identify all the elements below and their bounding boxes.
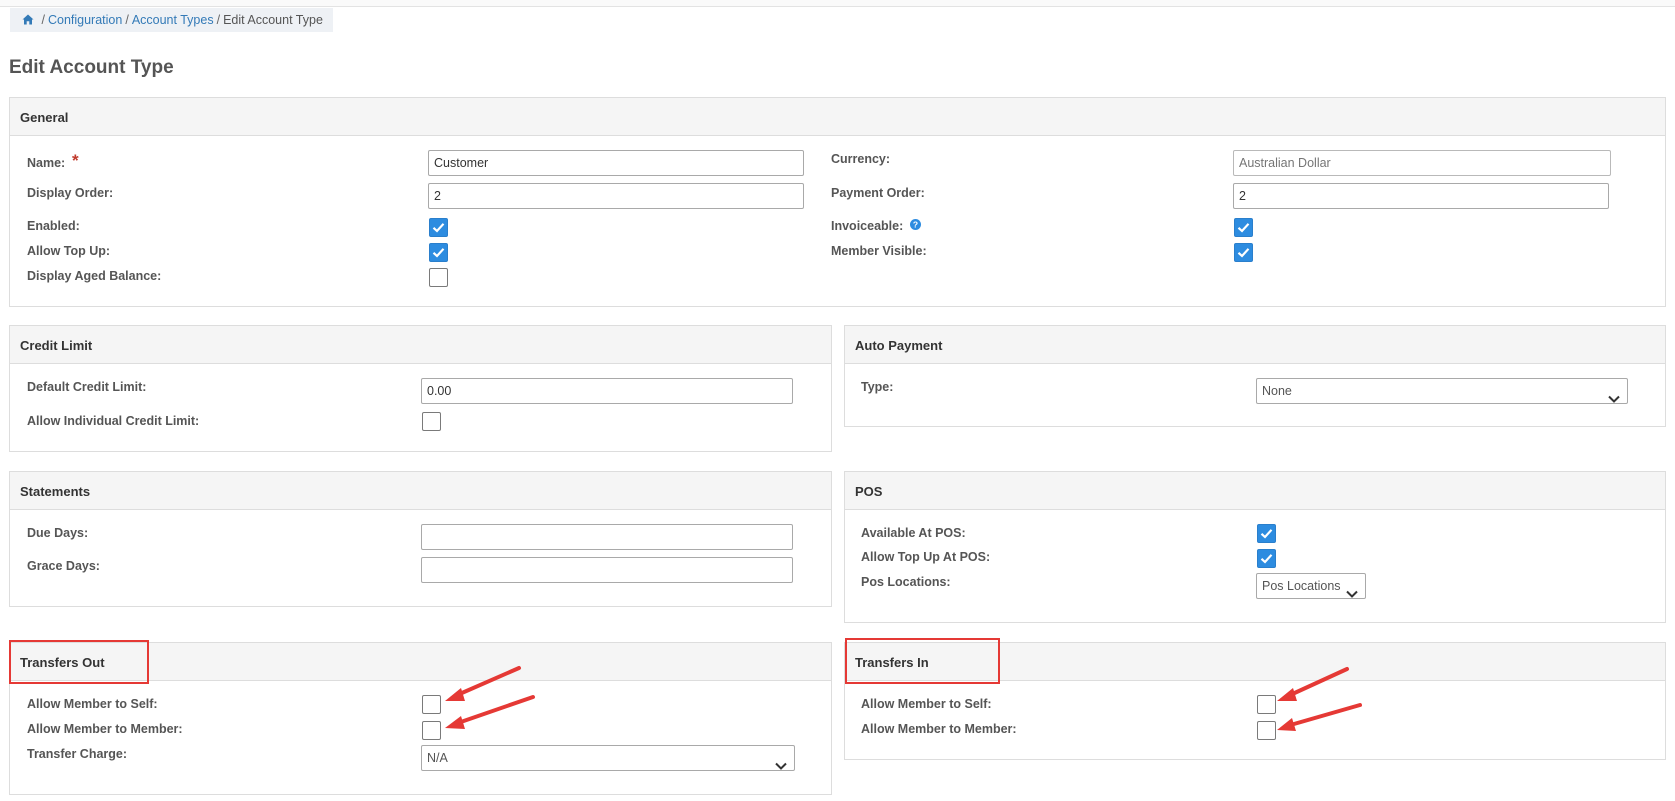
available-at-pos-checkbox[interactable] xyxy=(1257,524,1276,543)
payment-order-label: Payment Order: xyxy=(831,186,925,200)
required-mark: * xyxy=(72,151,79,170)
display-order-label: Display Order: xyxy=(27,186,114,200)
home-icon[interactable] xyxy=(22,9,34,33)
default-credit-limit-input[interactable] xyxy=(421,378,793,404)
allow-top-up-checkbox[interactable] xyxy=(429,243,448,262)
out-member-to-member-checkbox[interactable] xyxy=(422,721,441,740)
top-bar xyxy=(0,0,1675,7)
out-member-to-self-label: Allow Member to Self: xyxy=(27,697,158,711)
member-visible-label: Member Visible: xyxy=(831,244,927,258)
auto-payment-type-label: Type: xyxy=(861,380,894,394)
invoiceable-label-text: Invoiceable: xyxy=(831,219,904,233)
enabled-checkbox[interactable] xyxy=(429,218,448,237)
allow-top-up-at-pos-checkbox[interactable] xyxy=(1257,549,1276,568)
help-icon[interactable]: ? xyxy=(909,218,921,233)
allow-individual-credit-limit-label: Allow Individual Credit Limit: xyxy=(27,414,200,428)
allow-individual-credit-limit-checkbox[interactable] xyxy=(422,412,441,431)
statements-panel-title: Statements xyxy=(20,484,91,499)
due-days-label: Due Days: xyxy=(27,526,89,540)
chevron-down-icon xyxy=(1608,387,1620,411)
breadcrumb-configuration-link[interactable]: Configuration xyxy=(48,13,122,27)
chevron-down-icon xyxy=(1346,582,1358,606)
breadcrumb-separator: / xyxy=(216,13,221,27)
grace-days-label: Grace Days: xyxy=(27,559,100,573)
pos-panel: POS Available At POS: Allow Top Up At PO… xyxy=(844,471,1666,623)
transfers-in-highlight-box xyxy=(845,638,1000,684)
credit-limit-panel-header: Credit Limit xyxy=(10,326,831,364)
breadcrumb: / Configuration / Account Types / Edit Accoun… xyxy=(10,8,333,32)
name-input[interactable] xyxy=(428,150,804,176)
allow-top-up-at-pos-label: Allow Top Up At POS: xyxy=(861,550,991,564)
svg-text:?: ? xyxy=(913,219,918,229)
name-label: Name: * xyxy=(27,151,79,170)
chevron-down-icon xyxy=(775,754,787,778)
credit-limit-panel: Credit Limit Default Credit Limit: Allow… xyxy=(9,325,832,452)
allow-top-up-label: Allow Top Up: xyxy=(27,244,111,258)
breadcrumb-separator: / xyxy=(41,13,45,27)
grace-days-input[interactable] xyxy=(421,557,793,583)
page-title: Edit Account Type xyxy=(9,57,174,78)
out-member-to-member-label: Allow Member to Member: xyxy=(27,722,183,736)
general-panel-title: General xyxy=(20,110,69,125)
in-member-to-member-checkbox[interactable] xyxy=(1257,721,1276,740)
payment-order-input[interactable] xyxy=(1233,183,1609,209)
transfers-out-highlight-box xyxy=(9,640,149,684)
out-member-to-self-checkbox[interactable] xyxy=(422,695,441,714)
auto-payment-type-value: None xyxy=(1262,384,1292,398)
in-member-to-member-label: Allow Member to Member: xyxy=(861,722,1017,736)
general-panel-header: General xyxy=(10,98,1665,136)
invoiceable-checkbox[interactable] xyxy=(1234,218,1253,237)
display-aged-balance-label: Display Aged Balance: xyxy=(27,269,162,283)
member-visible-checkbox[interactable] xyxy=(1234,243,1253,262)
name-label-text: Name: xyxy=(27,156,66,170)
pos-panel-header: POS xyxy=(845,472,1665,510)
available-at-pos-label: Available At POS: xyxy=(861,526,966,540)
currency-label: Currency: xyxy=(831,152,891,166)
display-order-input[interactable] xyxy=(428,183,804,209)
pos-panel-title: POS xyxy=(855,484,883,499)
pos-locations-select[interactable]: Pos Locations xyxy=(1256,573,1366,599)
in-member-to-self-checkbox[interactable] xyxy=(1257,695,1276,714)
statements-panel-header: Statements xyxy=(10,472,831,510)
transfer-charge-value: N/A xyxy=(427,751,448,765)
currency-input[interactable] xyxy=(1233,150,1611,176)
statements-panel: Statements Due Days: Grace Days: xyxy=(9,471,832,607)
breadcrumb-account-types-link[interactable]: Account Types xyxy=(132,13,214,27)
pos-locations-value: Pos Locations xyxy=(1262,579,1341,593)
breadcrumb-current: Edit Account Type xyxy=(223,13,323,27)
transfer-charge-label: Transfer Charge: xyxy=(27,747,128,761)
auto-payment-panel: Auto Payment Type: None xyxy=(844,325,1666,427)
credit-limit-panel-title: Credit Limit xyxy=(20,338,93,353)
auto-payment-type-select[interactable]: None xyxy=(1256,378,1628,404)
auto-payment-panel-title: Auto Payment xyxy=(855,338,943,353)
transfer-charge-select[interactable]: N/A xyxy=(421,745,795,771)
pos-locations-label: Pos Locations: xyxy=(861,575,951,589)
invoiceable-label: Invoiceable: ? xyxy=(831,218,921,234)
auto-payment-panel-header: Auto Payment xyxy=(845,326,1665,364)
display-aged-balance-checkbox[interactable] xyxy=(429,268,448,287)
in-member-to-self-label: Allow Member to Self: xyxy=(861,697,992,711)
general-panel: General Name: * Display Order: Enabled: … xyxy=(9,97,1666,307)
enabled-label: Enabled: xyxy=(27,219,80,233)
default-credit-limit-label: Default Credit Limit: xyxy=(27,380,147,394)
breadcrumb-separator: / xyxy=(125,13,129,27)
due-days-input[interactable] xyxy=(421,524,793,550)
